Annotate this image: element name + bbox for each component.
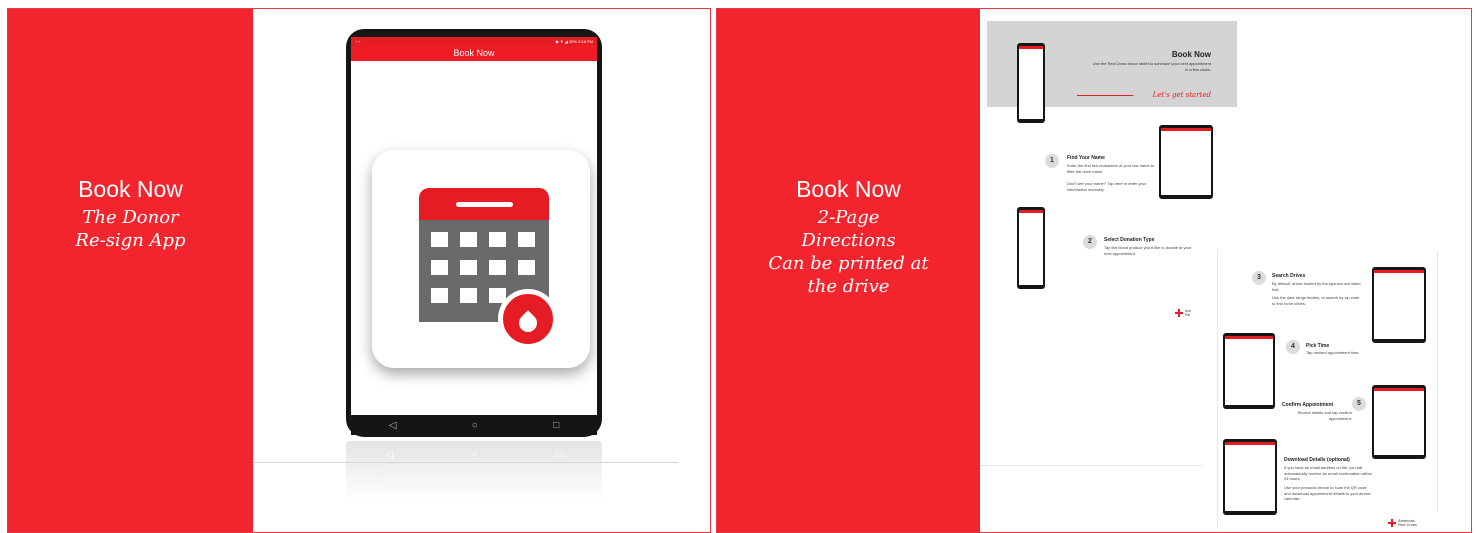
step3-tablet-image	[1372, 267, 1426, 343]
download-tablet-image	[1223, 439, 1277, 515]
download-desc1: If you have an email address on file, yo…	[1284, 465, 1372, 481]
page1-hero: Book Now Use the Red Cross donor tablet …	[987, 21, 1237, 123]
step5-title: Confirm Appointment	[1282, 402, 1334, 408]
status-bar: ↓ ⌁ ◆ ▼ ◢ 35% 3:18 PM	[351, 37, 597, 46]
step3-title: Search Drives	[1272, 273, 1306, 279]
step5-desc: Review details and tap confirm appointme…	[1297, 410, 1352, 421]
book-now-app-icon[interactable]	[372, 150, 590, 368]
panel-line-1: 2-Page	[817, 207, 880, 228]
nav-back-icon[interactable]: ◁	[389, 420, 397, 431]
step3-desc2: Use the date range finders, or search by…	[1272, 295, 1360, 306]
step5-number: 5	[1352, 397, 1366, 411]
status-icons-left: ↓ ⌁	[355, 39, 361, 44]
red-cross-logo: Am Re	[1175, 309, 1191, 317]
step2-tablet-image	[1017, 207, 1045, 289]
directions-page-2: 3 Search Drives By default, drives hoste…	[1217, 249, 1442, 529]
nav-home-icon[interactable]: ○	[472, 420, 478, 431]
hero-subtitle: Use the Red Cross donor tablet to schedu…	[1092, 61, 1211, 72]
step5-tablet-image	[1372, 385, 1426, 459]
android-nav-bar: ◁ ○ □	[351, 415, 597, 435]
reflect-recent-icon: □	[556, 449, 563, 460]
red-title-panel: Book Now 2-Page Directions Can be printe…	[717, 9, 980, 532]
red-cross-icon	[1175, 309, 1183, 317]
tablet-device: ↓ ⌁ ◆ ▼ ◢ 35% 3:18 PM Book Now ◁ ○ □	[346, 29, 602, 437]
step3-number: 3	[1252, 271, 1266, 285]
red-title-panel: Book Now The Donor Re-sign App	[8, 9, 253, 532]
step3-desc1: By default, drives hosted by the sponsor…	[1272, 281, 1361, 292]
floor-line	[253, 462, 678, 463]
panel-line-1: The Donor	[82, 207, 179, 228]
step4-title: Pick Time	[1306, 343, 1330, 349]
status-icons-right: ◆ ▼ ◢ 35% 3:18 PM	[555, 39, 593, 44]
hero-tablet-image	[1017, 43, 1045, 123]
red-cross-icon	[1388, 519, 1396, 527]
hero-cta: Let's get started	[1152, 91, 1211, 99]
reflect-back-icon: ◁	[385, 449, 394, 460]
step1-tablet-image	[1159, 125, 1213, 199]
panel-title: Book Now	[78, 176, 183, 202]
page-edge-line	[1437, 251, 1438, 511]
step4-tablet-image	[1223, 333, 1275, 409]
step2-number: 2	[1083, 235, 1097, 249]
american-red-cross-logo: American Red Cross	[1388, 519, 1417, 527]
step1-hint: Don't see your name? Tap here to enter y…	[1067, 181, 1147, 192]
arrow-icon	[1077, 95, 1133, 96]
directions-page-1: Book Now Use the Red Cross donor tablet …	[987, 21, 1237, 326]
tablet-screen: ↓ ⌁ ◆ ▼ ◢ 35% 3:18 PM Book Now	[351, 37, 597, 417]
slide-book-now-app: Book Now The Donor Re-sign App ↓ ⌁ ◆ ▼ ◢…	[7, 8, 711, 533]
tablet-reflection: ◁ ○ □	[346, 441, 602, 501]
step2-title: Select Donation Type	[1104, 237, 1155, 243]
step4-desc: Tap desired appointment time.	[1306, 350, 1360, 355]
nav-recent-icon[interactable]: □	[553, 420, 559, 431]
blood-drop-icon	[498, 289, 558, 349]
app-bar: Book Now	[351, 46, 597, 61]
step1-number: 1	[1045, 154, 1059, 168]
step1-title: Find Your Name	[1067, 155, 1105, 161]
step2-desc: Tap the blood product you'd like to dona…	[1104, 245, 1192, 256]
hero-title: Book Now	[1171, 50, 1211, 59]
panel-line-2: Re-sign App	[75, 230, 186, 251]
calendar-header	[419, 188, 549, 220]
reflect-home-icon: ○	[471, 449, 478, 460]
download-title: Download Details (optional)	[1284, 457, 1350, 463]
panel-line-3: Can be printed at	[768, 253, 929, 274]
panel-line-4: the drive	[807, 276, 890, 297]
app-bar-title: Book Now	[453, 48, 495, 58]
panel-title: Book Now	[796, 176, 901, 202]
panel-line-2: Directions	[801, 230, 896, 251]
download-desc2: Use your personal device to scan the QR …	[1284, 485, 1371, 501]
step4-number: 4	[1286, 340, 1300, 354]
step1-desc: Enter the first few characters of your l…	[1067, 163, 1155, 174]
slide-directions: Book Now 2-Page Directions Can be printe…	[716, 8, 1472, 533]
page-bottom-line	[980, 465, 1202, 466]
